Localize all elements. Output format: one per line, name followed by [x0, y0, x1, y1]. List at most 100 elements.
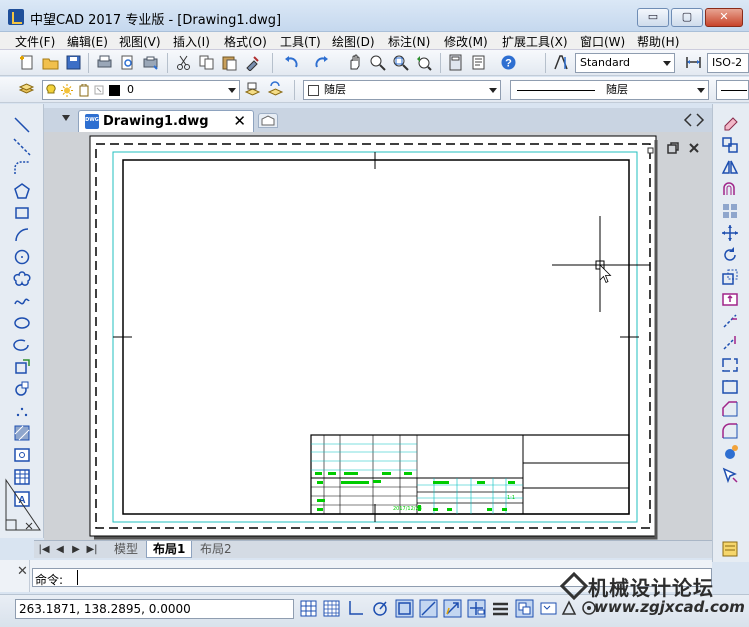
- close-button[interactable]: ✕: [705, 8, 743, 27]
- redo-icon[interactable]: [313, 54, 330, 71]
- dynamic-ucs-icon[interactable]: [443, 599, 462, 618]
- command-line[interactable]: 命令:: [32, 568, 712, 587]
- circle-icon[interactable]: [13, 248, 31, 266]
- save-icon[interactable]: [65, 54, 82, 71]
- polar-tracking-icon[interactable]: [371, 599, 390, 618]
- publish-icon[interactable]: [142, 54, 159, 71]
- move-icon[interactable]: [721, 224, 739, 242]
- arc-icon[interactable]: [13, 226, 31, 244]
- zoom-previous-icon[interactable]: [415, 54, 432, 71]
- join-icon[interactable]: [721, 378, 739, 396]
- tab-layout2[interactable]: 布局2: [194, 541, 238, 558]
- copy-object-icon[interactable]: [721, 136, 739, 154]
- object-snap-tracking-icon[interactable]: [419, 599, 438, 618]
- stretch-icon[interactable]: [721, 290, 739, 308]
- revision-cloud-icon[interactable]: [13, 270, 31, 288]
- lineweight-toggle-icon[interactable]: [491, 599, 510, 618]
- previous-layout-icon[interactable]: ◀: [54, 542, 66, 557]
- open-folder-icon[interactable]: [42, 54, 59, 71]
- layer-previous-icon[interactable]: [267, 81, 284, 98]
- print-icon[interactable]: [96, 54, 113, 71]
- menu-extension-tools[interactable]: 扩展工具(X): [502, 33, 568, 50]
- ellipse-arc-icon[interactable]: [13, 336, 31, 354]
- tab-model[interactable]: 模型: [108, 541, 144, 558]
- menu-dimension[interactable]: 标注(N): [388, 33, 430, 50]
- trim-icon[interactable]: [721, 312, 739, 330]
- last-layout-icon[interactable]: ▶|: [86, 542, 98, 557]
- make-object-layer-current-icon[interactable]: [244, 81, 261, 98]
- tab-drawing1[interactable]: DWG Drawing1.dwg ✕: [78, 110, 254, 132]
- dimension-style-icon[interactable]: [685, 54, 702, 71]
- new-file-icon[interactable]: [19, 54, 36, 71]
- break-icon[interactable]: [721, 356, 739, 374]
- paste-icon[interactable]: [221, 54, 238, 71]
- paper-space-view[interactable]: 2017/12/28 1:1: [44, 132, 712, 540]
- polyline-icon[interactable]: [13, 160, 31, 178]
- ellipse-icon[interactable]: [13, 314, 31, 332]
- menu-file[interactable]: 文件(F): [15, 33, 55, 50]
- menu-modify[interactable]: 修改(M): [444, 33, 488, 50]
- viewport-restore-icon[interactable]: [666, 141, 680, 155]
- menu-edit[interactable]: 编辑(E): [67, 33, 108, 50]
- erase-icon[interactable]: [721, 114, 739, 132]
- line-icon[interactable]: [13, 116, 31, 134]
- menu-draw[interactable]: 绘图(D): [332, 33, 375, 50]
- match-properties-icon[interactable]: [244, 54, 261, 71]
- dimension-style-select[interactable]: ISO-2: [707, 53, 749, 73]
- lineweight-control-select[interactable]: [716, 80, 749, 100]
- ortho-toggle-icon[interactable]: [346, 599, 365, 618]
- viewport-close-icon[interactable]: [687, 141, 701, 155]
- cut-icon[interactable]: [175, 54, 192, 71]
- region-icon[interactable]: [13, 446, 31, 464]
- color-control-select[interactable]: 随层: [303, 80, 501, 100]
- spline-icon[interactable]: [13, 292, 31, 310]
- next-layout-icon[interactable]: ▶: [70, 542, 82, 557]
- menu-tools[interactable]: 工具(T): [280, 33, 321, 50]
- object-snap-icon[interactable]: [395, 599, 414, 618]
- scale-icon[interactable]: [721, 268, 739, 286]
- annotation-scale-icon[interactable]: [560, 599, 579, 618]
- toolbar-customize-icon[interactable]: [721, 540, 739, 558]
- properties-edit-icon[interactable]: [721, 466, 739, 484]
- first-layout-icon[interactable]: |◀: [38, 542, 50, 557]
- menu-format[interactable]: 格式(O): [224, 33, 267, 50]
- text-style-icon[interactable]: [553, 54, 570, 71]
- minimize-button[interactable]: ▭: [637, 8, 669, 27]
- dynamic-input-icon[interactable]: [467, 599, 486, 618]
- pan-hand-icon[interactable]: [346, 54, 363, 71]
- undo-icon[interactable]: [283, 54, 300, 71]
- viewport-grip[interactable]: [647, 147, 654, 154]
- grid-toggle-icon[interactable]: [322, 599, 341, 618]
- offset-icon[interactable]: [721, 180, 739, 198]
- array-icon[interactable]: [721, 202, 739, 220]
- point-icon[interactable]: [13, 402, 31, 420]
- print-preview-icon[interactable]: [119, 54, 136, 71]
- rectangle-icon[interactable]: [13, 204, 31, 222]
- zoom-realtime-icon[interactable]: [369, 54, 386, 71]
- tab-list-dropdown-icon[interactable]: [62, 115, 70, 121]
- close-command-line-icon[interactable]: ✕: [17, 564, 28, 579]
- calculator-icon[interactable]: [447, 54, 464, 71]
- linetype-control-select[interactable]: 随层: [510, 80, 709, 100]
- tab-scroll-left-icon[interactable]: [683, 112, 693, 128]
- chamfer-icon[interactable]: [721, 400, 739, 418]
- text-style-select[interactable]: Standard: [575, 53, 675, 73]
- layer-manager-icon[interactable]: [18, 81, 35, 98]
- extend-icon[interactable]: [721, 334, 739, 352]
- snap-toggle-icon[interactable]: [299, 599, 318, 618]
- polygon-icon[interactable]: [13, 182, 31, 200]
- help-icon[interactable]: ?: [500, 54, 517, 71]
- menu-insert[interactable]: 插入(I): [173, 33, 210, 50]
- quick-view-layouts-icon[interactable]: [539, 599, 558, 618]
- workspace-switch-icon[interactable]: [580, 599, 599, 618]
- construction-line-icon[interactable]: [13, 138, 31, 156]
- mirror-icon[interactable]: [721, 158, 739, 176]
- model-paper-toggle-icon[interactable]: [515, 599, 534, 618]
- maximize-button[interactable]: ▢: [671, 8, 703, 27]
- properties-icon[interactable]: [470, 54, 487, 71]
- menu-view[interactable]: 视图(V): [119, 33, 161, 50]
- tab-scroll-right-icon[interactable]: [695, 112, 705, 128]
- rotate-icon[interactable]: [721, 246, 739, 264]
- new-tab-button[interactable]: [258, 113, 278, 128]
- drawing-canvas[interactable]: 2017/12/28 1:1: [44, 132, 712, 540]
